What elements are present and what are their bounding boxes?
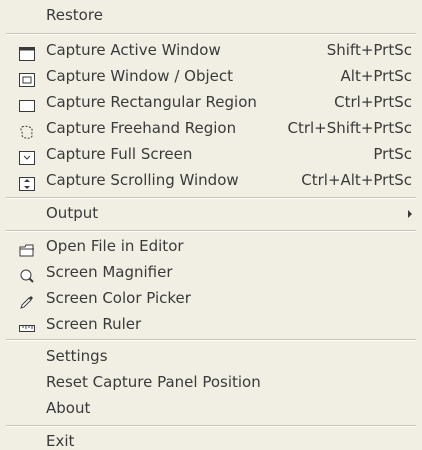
menu-item-open-file-in-editor[interactable]: Open File in Editor [0, 233, 422, 259]
menu-item-label: Screen Magnifier [46, 263, 173, 281]
submenu-arrow-icon [408, 210, 412, 218]
menu-item-label: Capture Active Window [46, 41, 221, 59]
menu-item-label: Capture Full Screen [46, 145, 193, 163]
open-file-icon [19, 239, 35, 257]
menu-item-capture-full-screen[interactable]: Capture Full Screen PrtSc [0, 141, 422, 167]
menu-separator [6, 230, 416, 232]
tray-context-menu: Restore Capture Active Window Shift+PrtS… [0, 0, 422, 450]
menu-item-screen-magnifier[interactable]: Screen Magnifier [0, 259, 422, 285]
window-icon [19, 43, 35, 61]
menu-item-capture-scrolling-window[interactable]: Capture Scrolling Window Ctrl+Alt+PrtSc [0, 167, 422, 193]
magnifier-icon [19, 265, 35, 283]
menu-item-shortcut: Ctrl+Shift+PrtSc [287, 119, 412, 137]
menu-item-shortcut: PrtSc [373, 145, 412, 163]
color-picker-icon [19, 291, 35, 309]
rectangle-region-icon [19, 95, 35, 112]
menu-item-capture-active-window[interactable]: Capture Active Window Shift+PrtSc [0, 37, 422, 63]
menu-item-shortcut: Ctrl+PrtSc [334, 93, 412, 111]
menu-item-output[interactable]: Output [0, 200, 422, 226]
ruler-icon [19, 317, 35, 332]
menu-item-shortcut: Shift+PrtSc [326, 41, 412, 59]
menu-separator [6, 339, 416, 341]
menu-item-shortcut: Alt+PrtSc [340, 67, 412, 85]
menu-item-label: Capture Scrolling Window [46, 171, 239, 189]
menu-item-label: Settings [46, 347, 108, 365]
menu-item-label: Restore [46, 6, 103, 24]
menu-item-label: About [46, 399, 91, 417]
menu-item-settings[interactable]: Settings [0, 343, 422, 369]
full-screen-icon [19, 147, 35, 165]
menu-item-reset-capture-panel-position[interactable]: Reset Capture Panel Position [0, 369, 422, 395]
menu-item-label: Output [46, 204, 99, 222]
menu-item-about[interactable]: About [0, 395, 422, 421]
menu-item-label: Reset Capture Panel Position [46, 373, 261, 391]
menu-separator [6, 33, 416, 35]
menu-item-screen-ruler[interactable]: Screen Ruler [0, 311, 422, 337]
menu-separator [6, 197, 416, 199]
menu-item-label: Capture Rectangular Region [46, 93, 257, 111]
freehand-region-icon [19, 121, 35, 139]
window-object-icon [19, 69, 35, 87]
menu-item-label: Open File in Editor [46, 237, 184, 255]
menu-item-label: Capture Window / Object [46, 67, 233, 85]
menu-item-screen-color-picker[interactable]: Screen Color Picker [0, 285, 422, 311]
scrolling-window-icon [19, 173, 35, 191]
menu-separator [6, 425, 416, 427]
menu-item-exit[interactable]: Exit [0, 428, 422, 450]
menu-item-restore[interactable]: Restore [0, 2, 422, 28]
menu-item-capture-freehand-region[interactable]: Capture Freehand Region Ctrl+Shift+PrtSc [0, 115, 422, 141]
menu-item-capture-rectangular-region[interactable]: Capture Rectangular Region Ctrl+PrtSc [0, 89, 422, 115]
menu-item-label: Capture Freehand Region [46, 119, 237, 137]
menu-item-shortcut: Ctrl+Alt+PrtSc [301, 171, 412, 189]
menu-item-label: Screen Ruler [46, 315, 142, 333]
menu-item-label: Screen Color Picker [46, 289, 191, 307]
menu-item-label: Exit [46, 432, 75, 450]
menu-item-capture-window-object[interactable]: Capture Window / Object Alt+PrtSc [0, 63, 422, 89]
